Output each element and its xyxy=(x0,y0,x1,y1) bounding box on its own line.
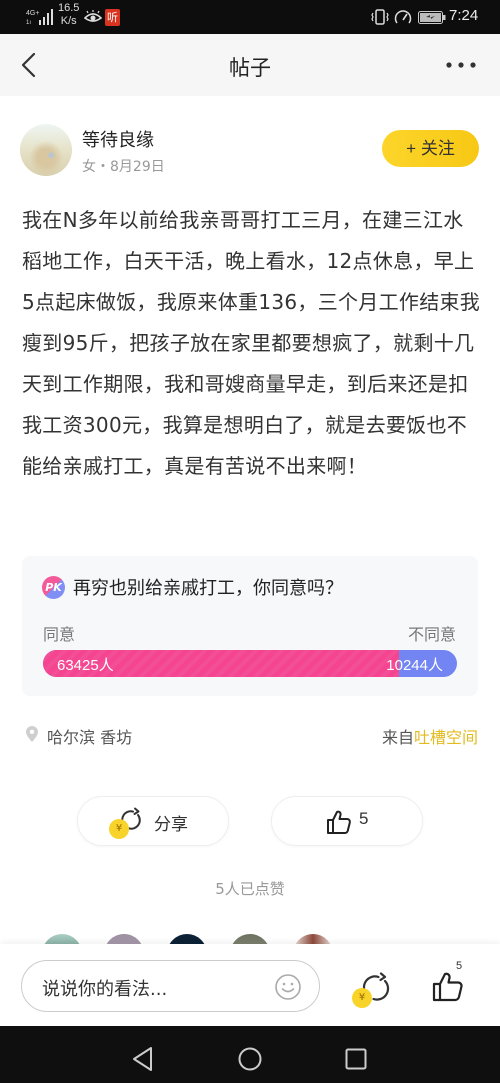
more-dots-icon[interactable] xyxy=(444,56,478,74)
like-button[interactable]: 5 xyxy=(271,796,423,846)
share-button[interactable]: ¥ 分享 xyxy=(77,796,229,846)
post-body: 我在N多年以前给我亲哥哥打工三月，在建三江水稻地工作，白天干活，晚上看水，12点… xyxy=(22,208,481,478)
signal-icon: 4G+ 1ı xyxy=(26,9,53,26)
location-pin-icon xyxy=(26,726,38,742)
nav-bar: 帖子 xyxy=(0,34,500,96)
system-home-icon[interactable] xyxy=(238,1047,262,1071)
liker-avatar[interactable] xyxy=(230,934,270,944)
liker-avatar[interactable] xyxy=(42,934,82,944)
share-label: 分享 xyxy=(154,815,188,835)
thumbs-up-icon xyxy=(327,810,351,834)
liker-avatars xyxy=(42,934,342,944)
svg-text:4G+: 4G+ xyxy=(26,10,39,17)
comment-bar: 说说你的看法... ¥ 5 xyxy=(0,944,500,1026)
likes-summary[interactable]: 5人已点赞 xyxy=(0,878,500,899)
page-title: 帖子 xyxy=(229,56,271,80)
poll-result-bar[interactable]: 63425人 10244人 xyxy=(43,650,457,677)
network-speed-unit: K/s xyxy=(60,15,77,27)
author-name[interactable]: 等待良缘 xyxy=(82,126,154,152)
battery-icon xyxy=(418,11,446,24)
comment-input[interactable]: 说说你的看法... xyxy=(21,960,320,1012)
post-source: 来自吐槽空间 xyxy=(382,724,478,748)
author-avatar[interactable] xyxy=(20,124,72,176)
eye-icon xyxy=(84,10,102,22)
network-speed-value: 16.5 xyxy=(58,2,80,14)
poll-agree-option[interactable]: 同意 xyxy=(43,621,75,645)
system-nav-bar xyxy=(0,1026,500,1083)
coin-icon: ¥ xyxy=(109,819,129,839)
poll-agree-count: 63425人 xyxy=(57,657,114,674)
source-link[interactable]: 吐槽空间 xyxy=(414,728,478,747)
thumbs-up-icon[interactable] xyxy=(432,970,464,1002)
liker-avatar[interactable] xyxy=(293,934,333,944)
system-recents-icon[interactable] xyxy=(345,1048,367,1070)
author-meta: 女・8月29日 xyxy=(82,159,165,175)
status-bar: 4G+ 1ı 16.5 K/s 听 7:24 xyxy=(0,0,500,34)
liker-avatar[interactable] xyxy=(167,934,207,944)
poll-question: 再穷也别给亲戚打工，你同意吗？ xyxy=(73,578,343,599)
poll-disagree-option[interactable]: 不同意 xyxy=(408,621,456,645)
clock: 7:24 xyxy=(449,7,479,24)
vibrate-icon xyxy=(371,9,389,25)
like-count-badge: 5 xyxy=(456,960,463,972)
coin-icon: ¥ xyxy=(352,988,372,1008)
liker-avatar[interactable] xyxy=(104,934,144,944)
location-text: 哈尔滨 香坊 xyxy=(47,728,133,747)
poll-card: PK 再穷也别给亲戚打工，你同意吗？ 同意 不同意 63425人 10244人 xyxy=(22,556,478,696)
system-back-icon[interactable] xyxy=(131,1046,155,1072)
comment-placeholder: 说说你的看法... xyxy=(42,979,168,1000)
network-speed: 16.5 K/s xyxy=(58,2,79,28)
follow-button[interactable]: + 关注 xyxy=(382,130,479,167)
emoji-icon[interactable] xyxy=(274,973,302,1001)
like-count: 5 xyxy=(359,809,369,828)
poll-disagree-count: 10244人 xyxy=(386,657,443,674)
pk-icon: PK xyxy=(42,576,65,599)
listen-app-icon: 听 xyxy=(105,9,120,26)
svg-text:1ı: 1ı xyxy=(26,20,31,26)
source-prefix: 来自 xyxy=(381,728,414,747)
speed-gauge-icon xyxy=(394,10,412,24)
